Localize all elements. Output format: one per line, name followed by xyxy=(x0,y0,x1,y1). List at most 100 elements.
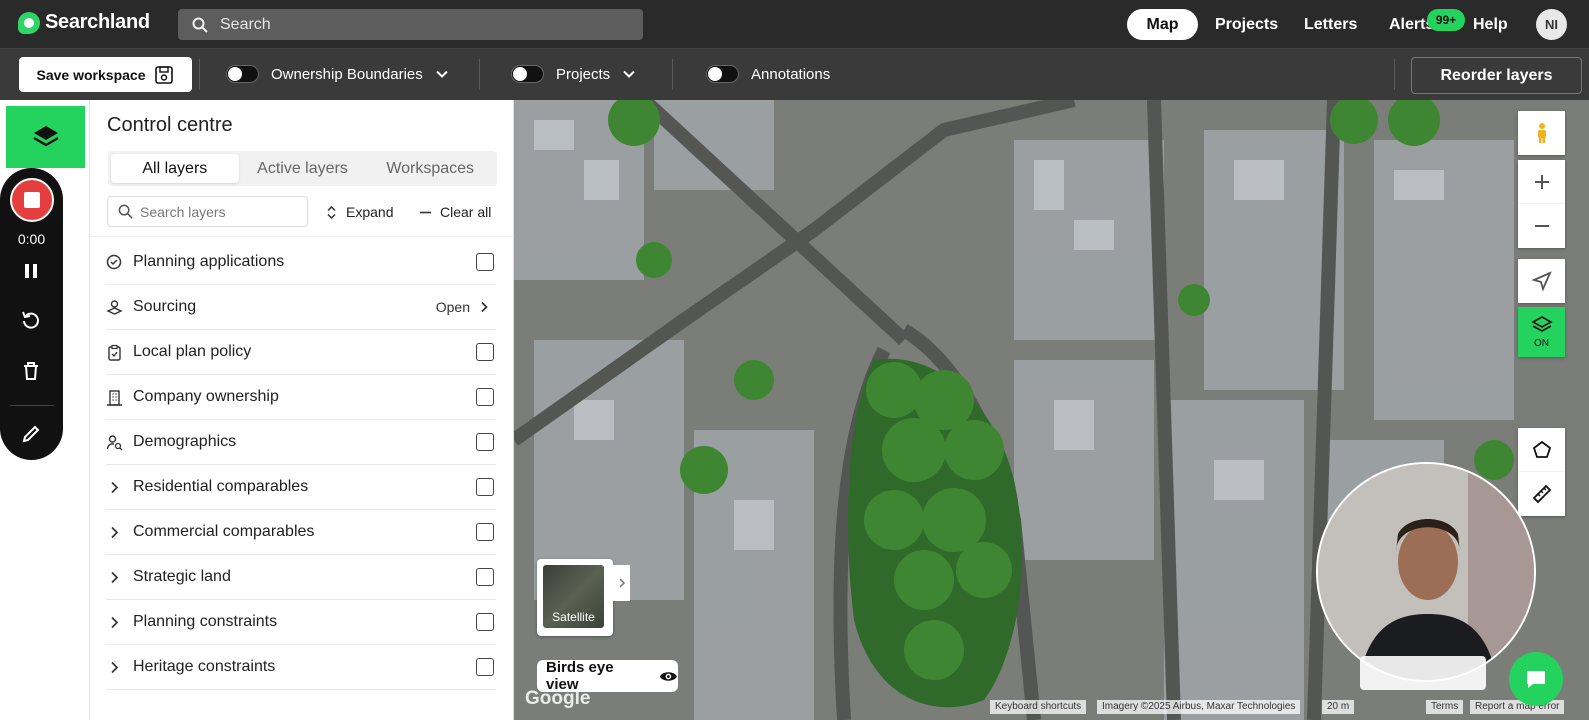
ownership-boundaries-toggle[interactable] xyxy=(226,65,259,83)
webcam-person-image xyxy=(1318,464,1534,680)
imagery-attribution: Imagery ©2025 Airbus, Maxar Technologies xyxy=(1097,700,1301,714)
user-avatar[interactable]: NI xyxy=(1536,9,1567,40)
my-location-button[interactable] xyxy=(1518,259,1565,303)
map-layers-toggle[interactable]: ON xyxy=(1518,307,1565,357)
trash-icon xyxy=(24,362,38,380)
layer-label: Company ownership xyxy=(133,388,279,405)
layers-on-label: ON xyxy=(1534,338,1549,349)
chevron-down-icon[interactable] xyxy=(622,67,636,81)
nav-map-button[interactable]: Map xyxy=(1127,9,1198,40)
layer-row-commercial-comparables[interactable]: Commercial comparables xyxy=(106,510,496,555)
layers-icon xyxy=(32,126,59,147)
layer-checkbox[interactable] xyxy=(476,253,494,271)
zoom-in-button[interactable] xyxy=(1518,160,1565,204)
layer-row-planning-applications[interactable]: Planning applications xyxy=(106,240,496,285)
layer-search-input[interactable]: Search layers xyxy=(107,196,308,227)
chevron-right-icon[interactable] xyxy=(106,478,133,496)
layer-row-company-ownership[interactable]: Company ownership xyxy=(106,375,496,420)
layer-row-demographics[interactable]: Demographics xyxy=(106,420,496,465)
layers-tab-button[interactable] xyxy=(6,106,85,168)
expand-label: Expand xyxy=(346,204,394,220)
draw-annotation-button[interactable] xyxy=(17,420,45,448)
layer-checkbox[interactable] xyxy=(476,568,494,586)
layer-checkbox[interactable] xyxy=(476,658,494,676)
layer-checkbox[interactable] xyxy=(476,613,494,631)
layer-row-strategic-land[interactable]: Strategic land xyxy=(106,555,496,600)
search-icon xyxy=(192,17,208,33)
building-icon xyxy=(106,388,133,406)
chevron-right-icon[interactable] xyxy=(106,523,133,541)
webcam-controls[interactable] xyxy=(1360,656,1486,690)
projects-toggle[interactable] xyxy=(511,65,544,83)
plus-icon xyxy=(1534,175,1549,189)
layer-row-heritage-constraints[interactable]: Heritage constraints xyxy=(106,645,496,690)
search-placeholder: Search xyxy=(220,15,271,33)
layer-label: Sourcing xyxy=(133,298,197,315)
layer-row-residential-comparables[interactable]: Residential comparables xyxy=(106,465,496,510)
toolbar-divider xyxy=(199,59,200,90)
save-workspace-button[interactable]: Save workspace xyxy=(19,57,192,92)
layer-checkbox[interactable] xyxy=(476,343,494,361)
layer-row-local-plan-policy[interactable]: Local plan policy xyxy=(106,330,496,375)
google-logo: Google xyxy=(525,688,591,709)
restart-recording-button[interactable] xyxy=(17,306,45,334)
ownership-boundaries-toggle-group[interactable]: Ownership Boundaries xyxy=(226,65,449,83)
expand-arrows-icon xyxy=(327,205,336,219)
chevron-right-icon[interactable] xyxy=(106,568,133,586)
expand-all-button[interactable]: Expand xyxy=(325,204,393,220)
ruler-icon xyxy=(1532,484,1551,504)
navigation-arrow-icon xyxy=(1530,271,1552,292)
person-search-icon xyxy=(106,433,133,451)
sourcing-open-link[interactable]: Open xyxy=(436,299,490,315)
layer-checkbox[interactable] xyxy=(476,388,494,406)
map-toolbar: Save workspace Ownership Boundaries Proj… xyxy=(0,48,1589,100)
keyboard-shortcuts-link[interactable]: Keyboard shortcuts xyxy=(990,700,1087,714)
report-map-error-link[interactable]: Report a map error xyxy=(1470,700,1565,714)
basemap-expand-button[interactable] xyxy=(613,565,630,601)
delete-recording-button[interactable] xyxy=(17,357,45,385)
layer-checkbox[interactable] xyxy=(476,478,494,496)
stop-icon xyxy=(24,192,40,208)
tab-all-layers[interactable]: All layers xyxy=(111,154,239,183)
pause-button[interactable] xyxy=(17,257,45,285)
draw-polygon-button[interactable] xyxy=(1518,428,1565,472)
basemap-switcher[interactable]: Satellite xyxy=(537,559,613,636)
support-chat-button[interactable] xyxy=(1509,652,1563,706)
street-view-pegman-button[interactable] xyxy=(1518,111,1565,155)
layer-label: Heritage constraints xyxy=(133,658,276,675)
reorder-layers-button[interactable]: Reorder layers xyxy=(1411,57,1582,94)
nav-help-link[interactable]: Help xyxy=(1473,9,1508,40)
layer-row-sourcing[interactable]: Sourcing Open xyxy=(106,285,496,330)
chevron-right-icon[interactable] xyxy=(106,613,133,631)
layer-tabs: All layers Active layers Workspaces xyxy=(108,151,497,186)
layer-row-planning-constraints[interactable]: Planning constraints xyxy=(106,600,496,645)
nav-projects-link[interactable]: Projects xyxy=(1215,9,1278,40)
measure-ruler-button[interactable] xyxy=(1518,472,1565,516)
webcam-preview xyxy=(1316,462,1536,682)
layer-label: Commercial comparables xyxy=(133,523,315,540)
stop-recording-button[interactable] xyxy=(10,178,54,222)
chevron-right-icon[interactable] xyxy=(106,658,133,676)
layer-checkbox[interactable] xyxy=(476,523,494,541)
tab-active-layers[interactable]: Active layers xyxy=(239,154,367,183)
global-search-input[interactable]: Search xyxy=(178,9,643,40)
clear-all-label: Clear all xyxy=(440,204,492,220)
tab-workspaces[interactable]: Workspaces xyxy=(366,154,494,183)
app-name: Searchland xyxy=(45,11,150,33)
layer-label: Local plan policy xyxy=(133,343,252,360)
layer-checkbox[interactable] xyxy=(476,433,494,451)
terms-link[interactable]: Terms xyxy=(1426,700,1464,714)
satellite-label: Satellite xyxy=(552,610,595,624)
searchland-logo[interactable]: Searchland xyxy=(18,11,150,34)
annotations-toggle[interactable] xyxy=(706,65,739,83)
annotations-toggle-group[interactable]: Annotations xyxy=(706,65,830,83)
chevron-right-icon xyxy=(618,578,625,588)
map-scale[interactable]: 20 m xyxy=(1322,700,1355,714)
chevron-down-icon[interactable] xyxy=(435,67,449,81)
nav-letters-link[interactable]: Letters xyxy=(1304,9,1357,40)
toolbar-divider xyxy=(479,59,480,90)
clear-all-button[interactable]: Clear all xyxy=(419,204,491,220)
layer-label: Residential comparables xyxy=(133,478,309,495)
projects-toggle-group[interactable]: Projects xyxy=(511,65,636,83)
zoom-out-button[interactable] xyxy=(1518,204,1565,248)
